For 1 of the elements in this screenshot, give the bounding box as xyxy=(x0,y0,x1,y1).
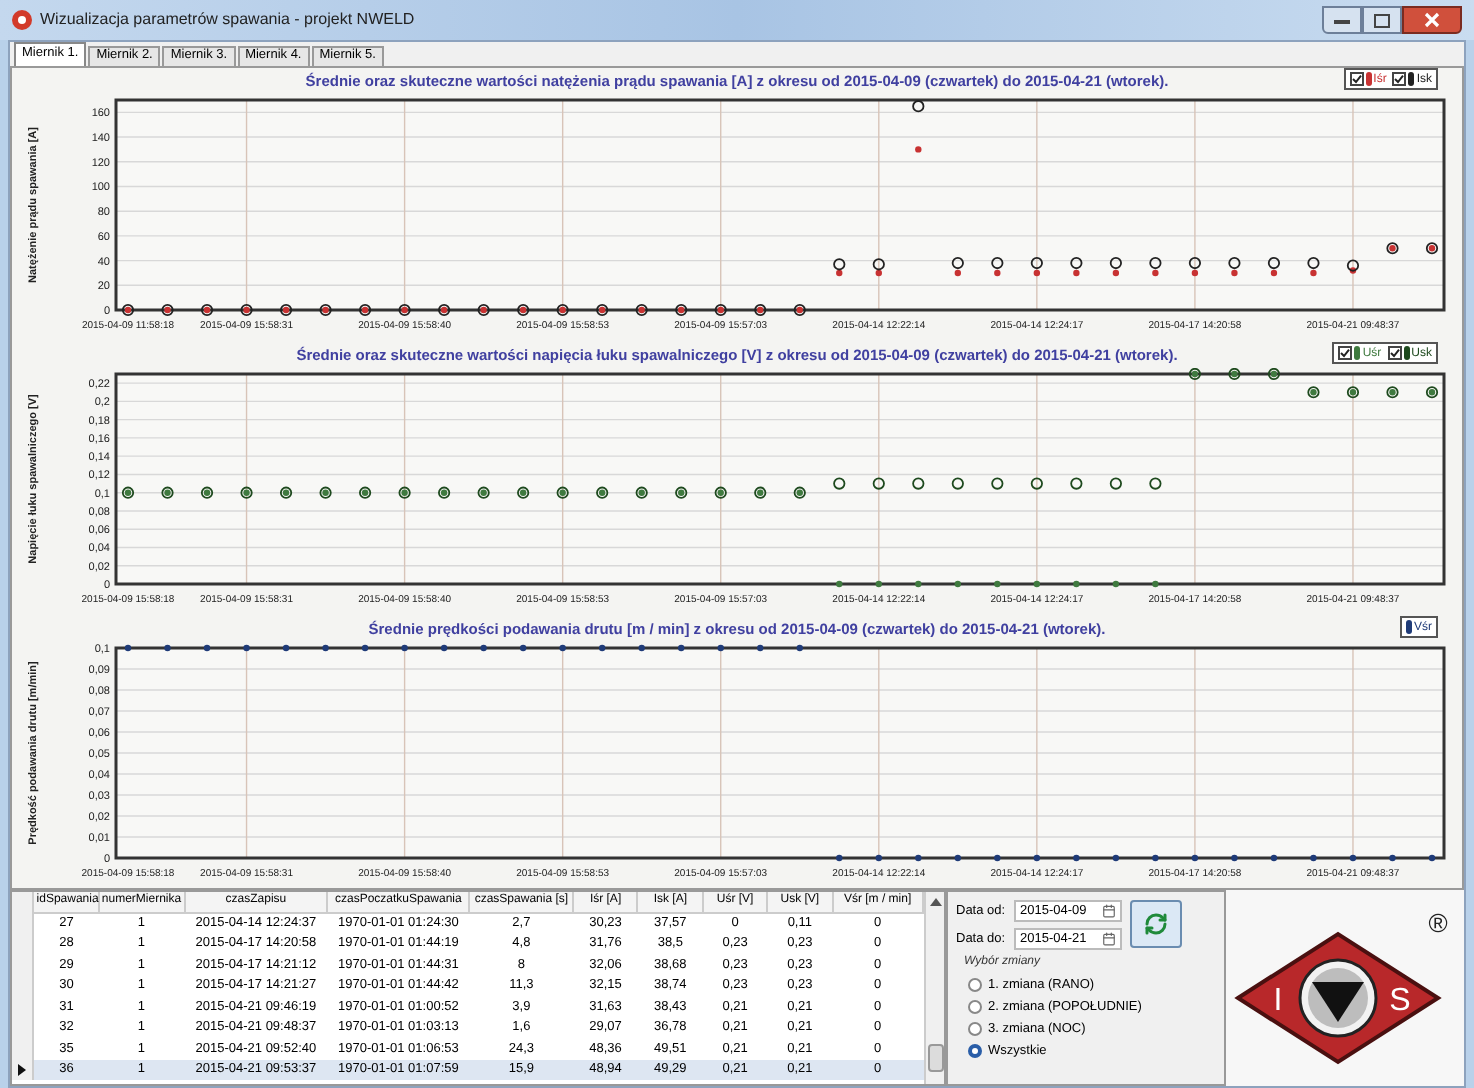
window-title: Wizualizacja parametrów spawania - projekt NWELD xyxy=(40,8,415,32)
